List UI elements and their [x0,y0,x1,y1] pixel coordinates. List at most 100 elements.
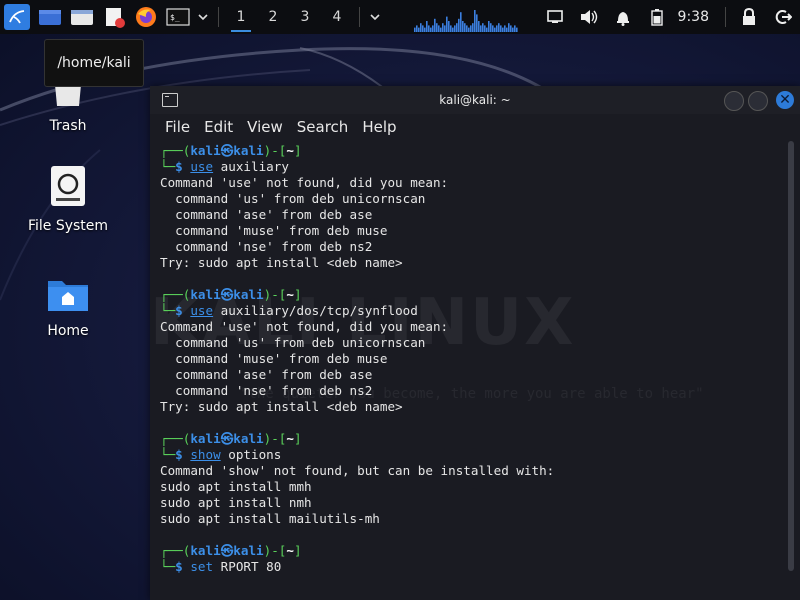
cpu-graph-bar [440,27,442,32]
prompt-line: ┌──(kali㉿kali)-[~] [160,287,786,303]
terminal-button[interactable]: $_ [162,0,194,34]
prompt-line: ┌──(kali㉿kali)-[~] [160,543,786,559]
cpu-graph-bar [488,21,490,32]
output-line: sudo apt install mailutils-mh [160,511,380,526]
cpu-graph-bar [456,23,458,32]
workspace-4[interactable]: 4 [321,0,353,34]
cpu-graph-bar [500,25,502,32]
cpu-graph-bar [482,23,484,32]
cpu-graph-bar [486,27,488,32]
logout-button[interactable] [766,0,800,34]
cpu-graph-bar [450,25,452,32]
command-args: options [220,447,282,462]
menu-view[interactable]: Search [290,118,356,136]
close-button[interactable]: ✕ [776,91,794,109]
battery-icon [650,9,663,26]
launcher-dropdown[interactable] [194,0,212,34]
output-line: Command 'use' not found, did you mean: [160,175,449,190]
cpu-graph-bar [508,23,510,32]
output-line: Command 'show' not found, but can be ins… [160,463,555,478]
output-line: command 'muse' from deb muse [160,351,388,366]
network-button[interactable] [538,0,572,34]
terminal-menubar: File Edit View Search Help [150,114,800,140]
prompt-symbol: $ [175,559,191,574]
home-folder-icon [48,281,88,311]
notifications-button[interactable] [606,0,640,34]
prompt-decoration: ] [293,143,302,158]
lock-screen-button[interactable] [732,0,766,34]
prompt-host: kali [233,287,264,302]
terminal-title: kali@kali: ~ [439,93,511,107]
command-name: use [190,303,214,318]
panel-separator [725,7,726,27]
terminal-icon: $_ [166,8,190,26]
cpu-graph-bar [502,27,504,32]
scrollbar-thumb[interactable] [788,141,794,571]
workspace-3[interactable]: 3 [289,0,321,34]
output-line: command 'nse' from deb ns2 [160,383,373,398]
prompt-dir: ~ [286,431,294,446]
command-line: └─$ set RPORT 80 [160,559,786,575]
cpu-graph-bar [434,18,436,32]
prompt-host: kali [233,143,264,158]
desktop-icon-label: Trash [49,118,87,134]
volume-button[interactable] [572,0,606,34]
output-line: command 'us' from deb unicornscan [160,335,426,350]
workspace-1[interactable]: 1 [225,0,257,34]
file-manager-icon [71,10,93,25]
terminal-scrollbar[interactable] [788,141,794,600]
desktop-icon-label: Home [47,323,89,339]
terminal-titlebar[interactable]: kali@kali: ~ ✕ [150,86,800,114]
menu-help[interactable]: Help [355,118,403,136]
network-icon [546,10,563,23]
output-line: command 'muse' from deb muse [160,223,388,238]
cpu-graph-bar [426,21,428,32]
prompt-user: kali [190,431,221,446]
desktop-icon-file-system[interactable]: File System [13,164,123,234]
output-line: sudo apt install mmh [160,479,312,494]
prompt-decoration: )-[ [263,143,287,158]
firefox-icon [136,7,156,27]
chevron-down-icon [198,14,208,21]
kali-menu-button[interactable] [0,0,34,34]
command-line: └─$ use auxiliary [160,159,786,175]
system-tray: 9:38 [538,0,800,34]
prompt-decoration: └─ [160,159,176,174]
cpu-graph-bar [460,12,462,32]
prompt-decoration: ┌──( [160,543,191,558]
prompt-decoration: )-[ [263,431,287,446]
menu-edit[interactable]: View [240,118,290,136]
output-line: Try: sudo apt install <deb name> [160,255,403,270]
cpu-graph-bar [430,27,432,32]
logout-icon [775,10,792,24]
workspace-2[interactable]: 2 [257,0,289,34]
menu-file[interactable]: File [158,118,197,136]
text-editor-button[interactable] [98,0,130,34]
cpu-graph-bar [454,25,456,32]
terminal-output[interactable]: ┌──(kali㉿kali)-[~] └─$ use auxiliary Comma… [150,141,786,600]
prompt-decoration: └─ [160,303,176,318]
prompt-decoration: )-[ [263,543,287,558]
output-line: command 'us' from deb unicornscan [160,191,426,206]
command-name: use [190,159,214,174]
menu-actions[interactable]: Edit [197,118,240,136]
clock[interactable]: 9:38 [674,9,719,25]
workspace-dropdown[interactable] [366,0,384,34]
prompt-dir: ~ [286,543,294,558]
minimize-button[interactable] [724,91,744,111]
prompt-user: kali [190,543,221,558]
firefox-button[interactable] [130,0,162,34]
prompt-decoration: └─ [160,447,176,462]
cpu-graph-bar [428,25,430,32]
maximize-button[interactable] [748,91,768,111]
desktop-icon-home[interactable]: Home [13,275,123,339]
cpu-graph-bar [424,27,426,32]
panel-separator [218,7,219,27]
cpu-graph-bar [466,25,468,32]
battery-button[interactable] [640,0,674,34]
show-desktop-button[interactable] [34,0,66,34]
lock-icon [743,8,755,25]
cpu-graph-bar [512,27,514,32]
cpu-graph-bar [452,27,454,32]
file-manager-button[interactable] [66,0,98,34]
